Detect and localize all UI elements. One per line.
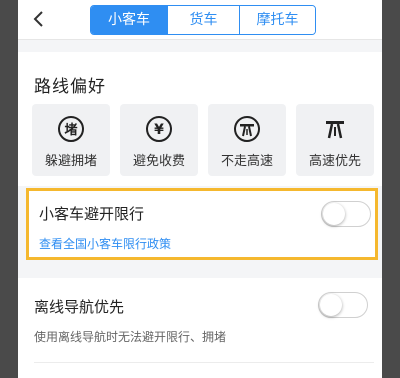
vehicle-type-tabs: 小客车 货车 摩托车 (90, 5, 316, 35)
settings-screen: 小客车 货车 摩托车 路线偏好 堵 躲避拥堵 ¥ 避免收费 不走高速 高速优先 … (18, 0, 382, 378)
svg-text:堵: 堵 (64, 122, 77, 138)
restriction-setting-highlight: 小客车避开限行 查看全国小客车限行政策 (26, 188, 378, 260)
svg-text:¥: ¥ (154, 122, 164, 138)
yen-toll-icon: ¥ (146, 116, 172, 142)
no-highway-icon (234, 116, 260, 142)
option-avoid-congestion[interactable]: 堵 躲避拥堵 (32, 104, 110, 176)
highway-icon (326, 121, 344, 139)
back-arrow-icon (33, 11, 43, 27)
toggle-knob (323, 203, 345, 225)
top-bar: 小客车 货车 摩托车 (18, 0, 382, 40)
option-label: 避免收费 (132, 154, 185, 169)
divider (34, 362, 374, 363)
restriction-toggle[interactable] (321, 201, 371, 227)
offline-title: 离线导航优先 (34, 298, 125, 316)
option-label: 不走高速 (220, 154, 273, 169)
back-button[interactable] (26, 6, 52, 32)
offline-navigation-setting: 离线导航优先 使用离线导航时无法避开限行、拥堵 (18, 278, 382, 378)
option-avoid-tolls[interactable]: ¥ 避免收费 (120, 104, 198, 176)
tab-truck[interactable]: 货车 (167, 6, 239, 34)
option-label: 躲避拥堵 (44, 154, 97, 169)
offline-subtitle: 使用离线导航时无法避开限行、拥堵 (34, 330, 227, 344)
restriction-policy-link[interactable]: 查看全国小客车限行政策 (39, 235, 171, 252)
toggle-knob (320, 294, 342, 316)
restriction-title: 小客车避开限行 (39, 205, 145, 223)
section-title: 路线偏好 (34, 77, 106, 97)
option-no-highway[interactable]: 不走高速 (208, 104, 286, 176)
tab-motorcycle[interactable]: 摩托车 (239, 6, 315, 34)
tab-car[interactable]: 小客车 (91, 6, 167, 34)
congestion-icon: 堵 (58, 116, 84, 142)
route-preference-panel: 路线偏好 堵 躲避拥堵 ¥ 避免收费 不走高速 高速优先 (18, 52, 382, 186)
option-label: 高速优先 (308, 154, 361, 169)
offline-toggle[interactable] (318, 292, 368, 318)
option-highway-first[interactable]: 高速优先 (296, 104, 374, 176)
